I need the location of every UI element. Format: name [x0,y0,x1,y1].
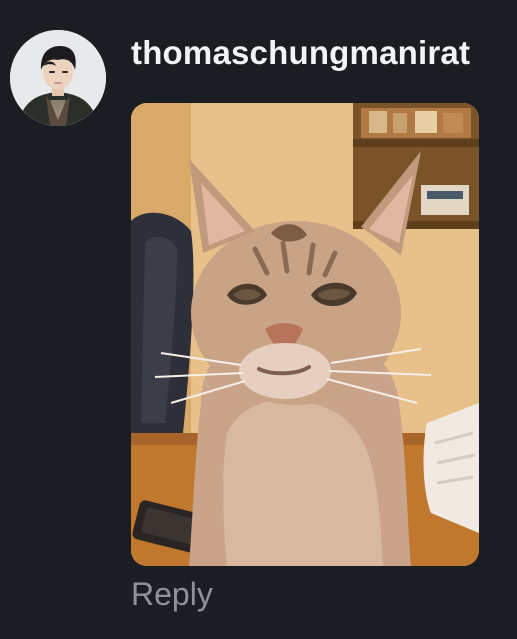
reply-button[interactable]: Reply [131,576,213,613]
username[interactable]: thomaschungmanirat [131,34,470,72]
comment-gif[interactable] [131,103,479,566]
comment: thomaschungmanirat Reply [0,0,517,639]
profile-photo-icon [10,30,106,126]
cat-gif-icon [131,103,479,566]
avatar[interactable] [10,30,106,126]
